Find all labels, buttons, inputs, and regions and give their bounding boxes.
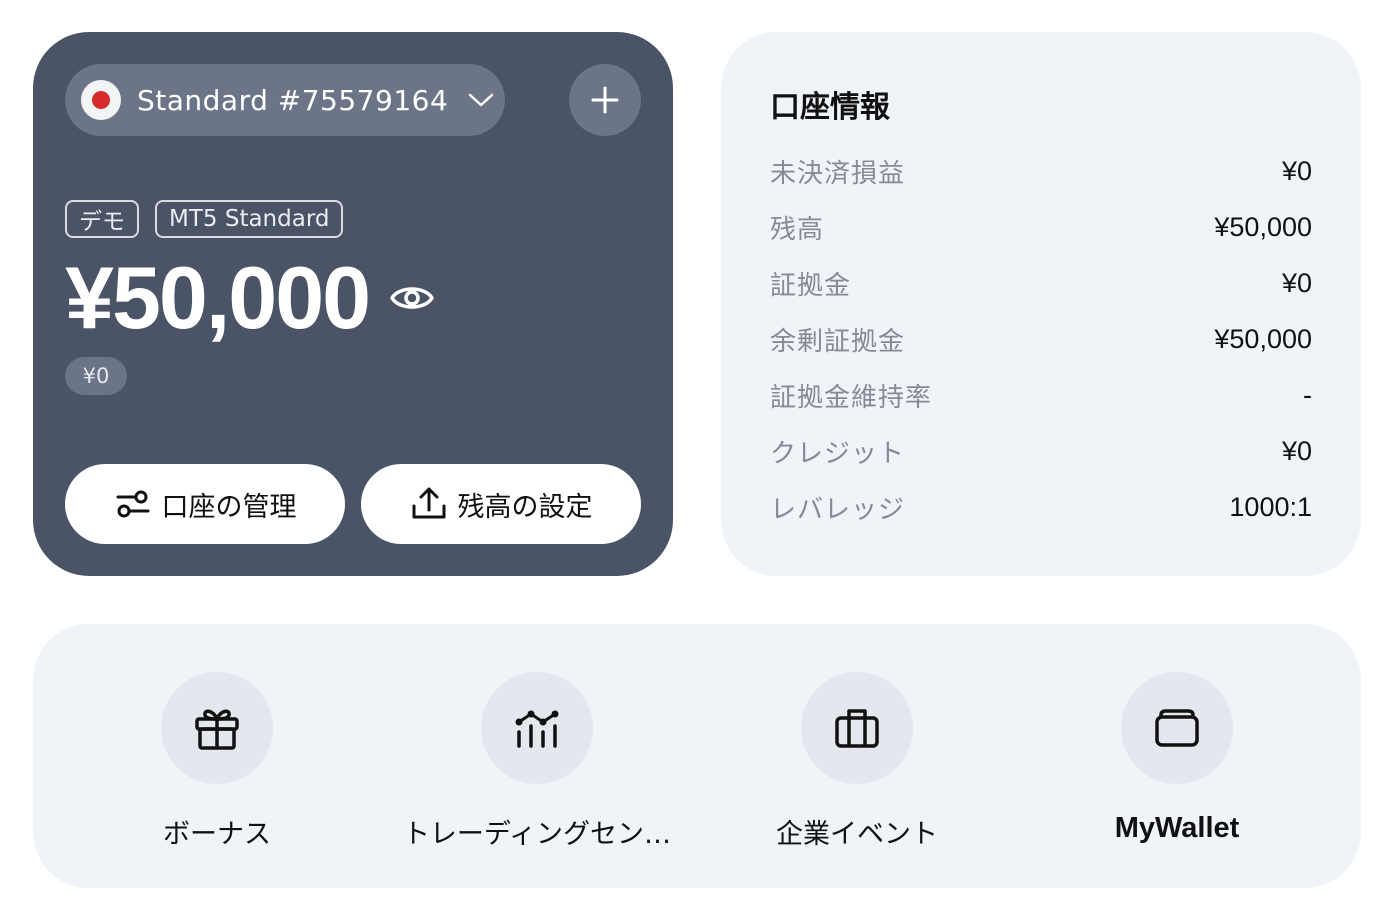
- set-balance-button[interactable]: 残高の設定: [361, 464, 641, 544]
- info-row: クレジット ¥0: [770, 433, 1312, 469]
- info-value: ¥50,000: [1214, 211, 1312, 242]
- account-info-title: 口座情報: [770, 90, 890, 125]
- balance-amount: ¥50,000: [65, 248, 371, 347]
- info-row: 未決済損益 ¥0: [770, 153, 1312, 189]
- briefcase-icon: [801, 672, 913, 784]
- gift-icon: [161, 672, 273, 784]
- info-label: レバレッジ: [770, 494, 906, 525]
- shortcuts-panel: ボーナス トレーディングセン… 企業イベント MyWallet: [33, 624, 1361, 888]
- info-row: 残高 ¥50,000: [770, 209, 1312, 245]
- shortcut-corporate-events[interactable]: 企業イベント: [697, 672, 1017, 851]
- info-value: ¥50,000: [1214, 323, 1312, 354]
- wallet-icon: [1121, 672, 1233, 784]
- info-label: 証拠金: [770, 270, 852, 301]
- info-value: ¥0: [1281, 435, 1312, 466]
- platform-tag: MT5 Standard: [155, 200, 344, 238]
- account-info-panel: 口座情報 未決済損益 ¥0 残高 ¥50,000 証拠金 ¥0 余剰証拠金 ¥5…: [721, 32, 1361, 576]
- shortcut-bonus[interactable]: ボーナス: [57, 672, 377, 851]
- account-name: Standard #75579164: [137, 83, 449, 117]
- info-value: ¥0: [1281, 267, 1312, 298]
- plus-icon: [591, 86, 619, 114]
- account-selector[interactable]: Standard #75579164: [65, 64, 505, 136]
- info-value: -: [1303, 379, 1312, 410]
- manage-account-button[interactable]: 口座の管理: [65, 464, 345, 544]
- shortcut-label: 企業イベント: [776, 819, 938, 850]
- info-row: 余剰証拠金 ¥50,000: [770, 321, 1312, 357]
- shortcut-label: MyWallet: [1114, 812, 1240, 844]
- shortcut-label: トレーディングセン…: [402, 819, 672, 850]
- info-label: 未決済損益: [770, 158, 906, 189]
- info-label: 残高: [770, 214, 825, 245]
- info-row: 証拠金 ¥0: [770, 265, 1312, 301]
- sub-amount-badge: ¥0: [65, 357, 127, 395]
- chevron-down-icon: [468, 92, 494, 108]
- chart-icon: [481, 672, 593, 784]
- balance-row: ¥50,000: [65, 244, 435, 352]
- set-balance-label: 残高の設定: [457, 491, 593, 523]
- manage-account-label: 口座の管理: [161, 491, 297, 523]
- info-row: 証拠金維持率 -: [770, 377, 1312, 413]
- add-account-button[interactable]: [569, 64, 641, 136]
- info-value: 1000:1: [1229, 491, 1312, 522]
- account-tags: デモ MT5 Standard: [65, 200, 344, 238]
- shortcut-mywallet[interactable]: MyWallet: [1017, 672, 1337, 845]
- info-label: 証拠金維持率: [770, 382, 933, 413]
- shortcut-trading-center[interactable]: トレーディングセン…: [377, 672, 697, 851]
- info-label: 余剰証拠金: [770, 326, 906, 357]
- account-card: Standard #75579164 デモ MT5 Standard ¥50,0…: [33, 32, 673, 576]
- upload-icon: [412, 487, 445, 519]
- info-row: レバレッジ 1000:1: [770, 489, 1312, 525]
- info-label: クレジット: [770, 438, 906, 469]
- shortcut-label: ボーナス: [163, 819, 271, 850]
- japan-flag-icon: [81, 80, 121, 120]
- info-value: ¥0: [1281, 155, 1312, 186]
- toggle-settings-icon: [116, 490, 149, 518]
- demo-tag: デモ: [65, 200, 139, 238]
- eye-icon[interactable]: [389, 282, 435, 314]
